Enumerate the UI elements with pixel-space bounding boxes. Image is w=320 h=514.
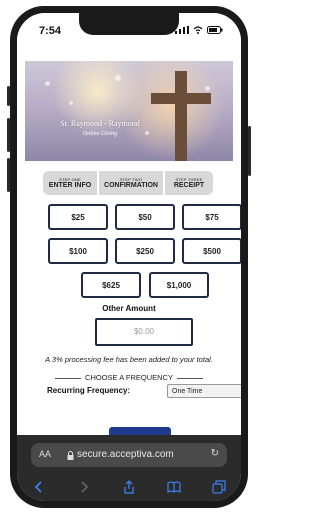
frequency-select[interactable]: One Time ⇕ — [167, 384, 241, 398]
browser-bar: AA secure.acceptiva.com ↻ — [17, 435, 241, 501]
battery-icon — [207, 26, 223, 34]
phone-frame: 7:54 St. Raymond - Raymond Online Giving — [7, 6, 251, 508]
phone-button — [7, 158, 10, 192]
bookmarks-icon[interactable] — [166, 479, 182, 495]
light-spot — [115, 75, 121, 81]
text-size-button[interactable]: AA — [39, 449, 51, 459]
screen: 7:54 St. Raymond - Raymond Online Giving — [17, 13, 241, 501]
step-label: RECEIPT — [173, 182, 205, 189]
light-spot — [45, 81, 50, 86]
phone-button — [7, 118, 10, 152]
parish-banner: St. Raymond - Raymond Online Giving — [25, 61, 233, 161]
parish-subtitle: Online Giving — [82, 131, 118, 137]
amount-button[interactable]: $500 — [182, 238, 241, 264]
back-icon[interactable] — [31, 479, 47, 495]
step-receipt: STEP THREE RECEIPT — [165, 171, 213, 195]
cross-icon — [151, 71, 211, 161]
tabs-icon[interactable] — [211, 479, 227, 495]
amount-button[interactable]: $75 — [182, 204, 241, 230]
amount-button[interactable]: $25 — [48, 204, 108, 230]
status-icons — [175, 26, 223, 34]
continue-button[interactable] — [109, 427, 171, 435]
clock: 7:54 — [39, 25, 62, 37]
step-confirmation: STEP TWO CONFIRMATION — [99, 171, 163, 195]
divider — [55, 377, 82, 379]
notch — [79, 13, 179, 35]
forward-icon[interactable] — [76, 479, 92, 495]
reload-icon[interactable]: ↻ — [211, 448, 219, 459]
divider — [176, 377, 203, 379]
lock-icon — [67, 451, 74, 460]
step-label: ENTER INFO — [48, 182, 92, 189]
amount-button[interactable]: $1,000 — [149, 272, 209, 298]
address-bar[interactable]: AA secure.acceptiva.com ↻ — [31, 443, 227, 467]
frequency-value: One Time — [172, 388, 203, 395]
amount-button[interactable]: $100 — [48, 238, 108, 264]
amount-button[interactable]: $625 — [81, 272, 141, 298]
wifi-icon — [193, 26, 203, 34]
fee-note: A 3% processing fee has been added to yo… — [45, 355, 213, 364]
step-label: CONFIRMATION — [104, 182, 158, 189]
phone-button — [7, 86, 10, 106]
status-bar: 7:54 — [17, 13, 241, 45]
share-icon[interactable] — [121, 479, 137, 495]
amount-button[interactable]: $50 — [115, 204, 175, 230]
frequency-title: CHOOSE A FREQUENCY — [85, 373, 173, 382]
signal-icon — [175, 26, 189, 34]
parish-name: St. Raymond - Raymond — [60, 119, 140, 128]
other-amount-label: Other Amount — [102, 304, 156, 313]
browser-toolbar — [17, 477, 241, 497]
light-spot — [69, 101, 73, 105]
url-text: secure.acceptiva.com — [77, 449, 174, 460]
other-amount-input[interactable]: $0.00 — [95, 318, 193, 346]
amount-button[interactable]: $250 — [115, 238, 175, 264]
phone-button — [248, 126, 251, 176]
recurring-frequency-label: Recurring Frequency: — [47, 386, 131, 395]
frequency-heading: CHOOSE A FREQUENCY — [17, 373, 241, 382]
step-enter-info: STEP ONE ENTER INFO — [43, 171, 97, 195]
progress-steps: STEP ONE ENTER INFO STEP TWO CONFIRMATIO… — [43, 171, 219, 195]
